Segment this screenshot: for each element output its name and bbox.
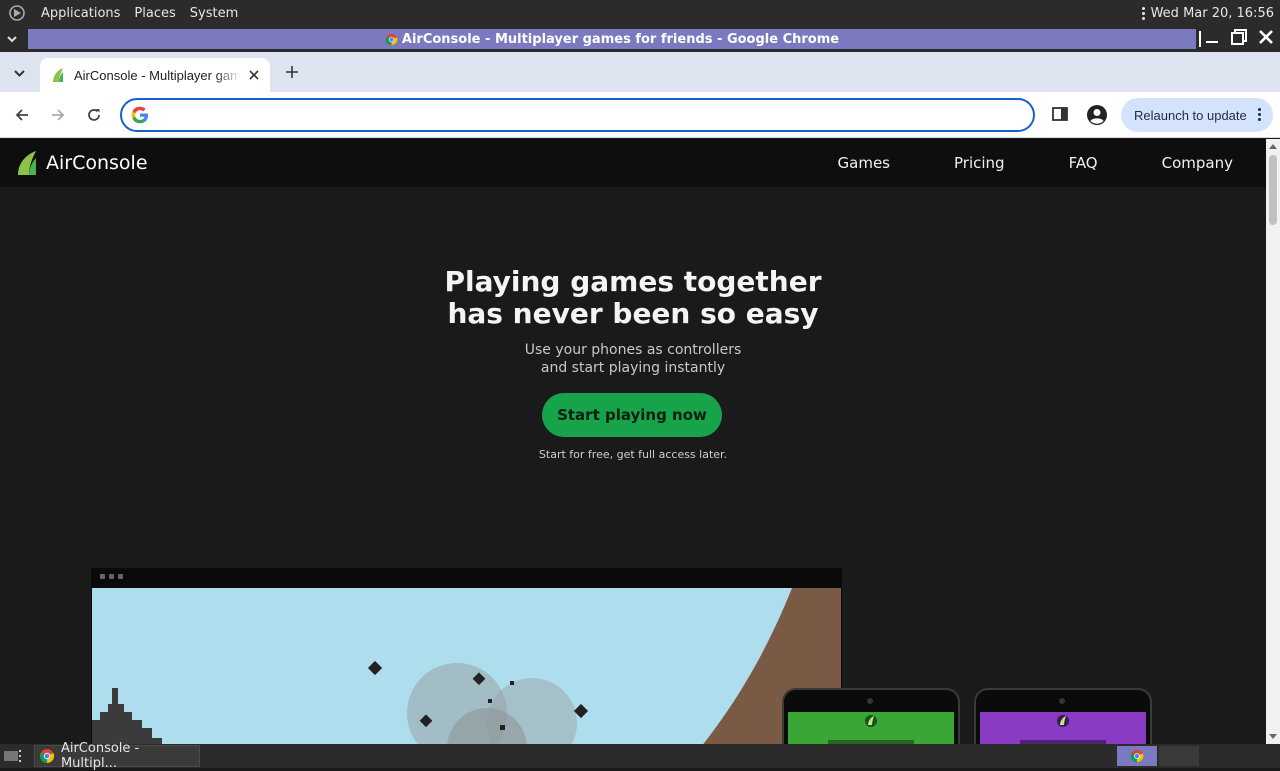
hero-subtitle: Use your phones as controllers and start… <box>0 341 1266 377</box>
chrome-icon <box>1130 749 1144 763</box>
tab-close-icon[interactable] <box>246 67 262 83</box>
game-preview-screen <box>92 588 841 744</box>
nav-pricing[interactable]: Pricing <box>954 154 1005 172</box>
menu-system[interactable]: System <box>183 6 245 21</box>
phone-controller-green <box>782 688 960 744</box>
gnome-logo-icon[interactable] <box>6 2 28 24</box>
hero-subtitle-line1: Use your phones as controllers <box>524 342 742 358</box>
titlebar-separator <box>1199 31 1201 47</box>
hero-title-line2: has never been so easy <box>447 297 819 330</box>
close-icon[interactable] <box>1258 29 1274 49</box>
tab-search-chevron-icon[interactable] <box>8 62 30 84</box>
scrollbar-thumb[interactable] <box>1269 155 1277 225</box>
taskbar-chrome-window[interactable]: AirConsole - Multipl... <box>34 741 200 771</box>
bottom-taskbar: AirConsole - Multipl... <box>0 741 1280 771</box>
hero-title: Playing games together has never been so… <box>0 266 1266 330</box>
scroll-up-arrow-icon[interactable] <box>1269 144 1277 149</box>
window-dots-icon <box>100 574 123 579</box>
panel-overflow-icon[interactable] <box>1141 6 1145 20</box>
site-logo[interactable]: AirConsole <box>16 150 148 176</box>
side-panel-icon[interactable] <box>1051 105 1071 125</box>
maximize-icon[interactable] <box>1230 28 1248 50</box>
relaunch-to-update-button[interactable]: Relaunch to update <box>1121 98 1273 132</box>
hero-subtitle-line2: and start playing instantly <box>540 360 726 376</box>
airconsole-favicon-icon <box>53 68 63 82</box>
window-titlebar: AirConsole - Multiplayer games for frien… <box>0 26 1280 52</box>
minimize-icon[interactable] <box>1204 29 1220 49</box>
window-title: AirConsole - Multiplayer games for frien… <box>401 31 840 47</box>
nav-games[interactable]: Games <box>838 154 890 172</box>
reload-icon[interactable] <box>83 104 105 126</box>
site-navbar: AirConsole Games Pricing FAQ Company <box>0 139 1266 187</box>
browser-toolbar: Relaunch to update <box>0 92 1280 138</box>
airconsole-logo-icon <box>18 151 36 175</box>
chrome-menu-icon[interactable] <box>1258 108 1261 121</box>
address-input[interactable] <box>158 102 1033 128</box>
phone-camera-icon <box>867 698 873 704</box>
window-title-bar[interactable]: AirConsole - Multiplayer games for frien… <box>28 29 1196 49</box>
show-desktop-icon[interactable] <box>2 747 24 765</box>
google-g-icon <box>131 106 148 124</box>
page-scrollbar[interactable] <box>1266 139 1280 744</box>
nav-company[interactable]: Company <box>1162 154 1233 172</box>
hero-title-line1: Playing games together <box>444 265 822 298</box>
nav-faq[interactable]: FAQ <box>1069 154 1098 172</box>
back-arrow-icon[interactable] <box>11 104 33 126</box>
tab-airconsole[interactable]: AirConsole - Multiplayer games for frien… <box>40 58 270 92</box>
window-menu-chevron-icon[interactable] <box>0 26 24 52</box>
phone-screen-green <box>788 712 954 744</box>
panel-clock[interactable]: Wed Mar 20, 16:56 <box>1151 6 1274 21</box>
phone-controller-purple <box>974 688 1152 744</box>
web-page: AirConsole Games Pricing FAQ Company Pla… <box>0 139 1266 744</box>
profile-avatar-icon[interactable] <box>1086 104 1108 126</box>
tab-title: AirConsole - Multiplayer games for frien… <box>74 67 240 83</box>
site-brand: AirConsole <box>46 152 148 174</box>
workspace-2[interactable] <box>1159 746 1199 766</box>
top-panel: Applications Places System Wed Mar 20, 1… <box>0 0 1280 26</box>
phone-camera-icon <box>1059 698 1065 704</box>
menu-places[interactable]: Places <box>127 6 182 21</box>
new-tab-plus-icon[interactable] <box>282 62 302 82</box>
chrome-icon <box>385 33 398 45</box>
menu-applications[interactable]: Applications <box>34 6 127 21</box>
phone-screen-purple <box>980 712 1146 744</box>
taskbar-task-label: AirConsole - Multipl... <box>60 741 140 771</box>
workspace-1[interactable] <box>1117 746 1157 766</box>
cta-note: Start for free, get full access later. <box>538 448 728 461</box>
scroll-down-arrow-icon[interactable] <box>1269 734 1277 739</box>
game-preview-window <box>91 568 842 744</box>
chrome-icon <box>39 749 55 763</box>
tab-strip: AirConsole - Multiplayer games for frien… <box>0 52 1280 92</box>
start-playing-button[interactable]: Start playing now <box>542 393 722 437</box>
relaunch-label: Relaunch to update <box>1134 107 1247 123</box>
address-bar[interactable] <box>120 98 1035 132</box>
game-scene-illustration <box>92 588 841 744</box>
forward-arrow-icon[interactable] <box>47 104 69 126</box>
